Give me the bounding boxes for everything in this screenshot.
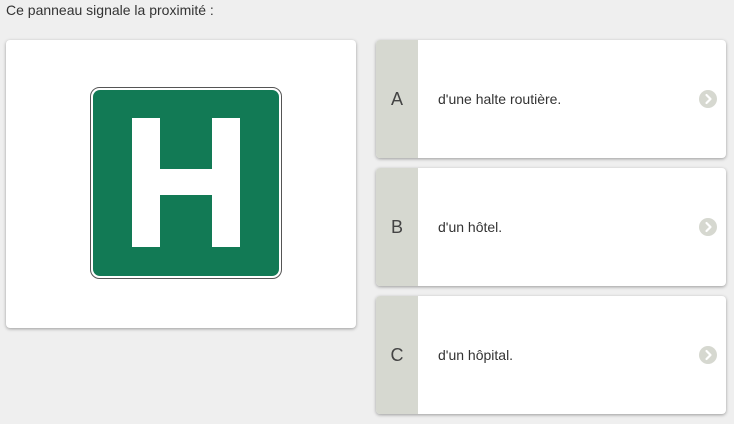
answer-letter: A — [390, 88, 403, 109]
answer-letter: C — [390, 344, 404, 365]
answer-option-b[interactable]: B d'un hôtel. — [376, 168, 726, 286]
chevron-right-circle-icon[interactable] — [699, 90, 717, 108]
question-text: Ce panneau signale la proximité : — [6, 2, 214, 18]
answer-letter-box: A — [376, 40, 418, 158]
answer-text: d'une halte routière. — [438, 91, 562, 107]
answer-letter: B — [390, 216, 403, 237]
answer-text: d'un hôtel. — [438, 219, 503, 235]
chevron-right-circle-icon[interactable] — [699, 218, 717, 236]
sign-image-card — [6, 40, 356, 328]
answer-option-c[interactable]: C d'un hôpital. — [376, 296, 726, 414]
answer-option-a[interactable]: A d'une halte routière. — [376, 40, 726, 158]
chevron-right-circle-icon[interactable] — [699, 346, 717, 364]
answer-letter-box: C — [376, 296, 418, 414]
hospital-sign-icon — [90, 87, 282, 279]
answer-text: d'un hôpital. — [438, 347, 514, 363]
answer-letter-box: B — [376, 168, 418, 286]
